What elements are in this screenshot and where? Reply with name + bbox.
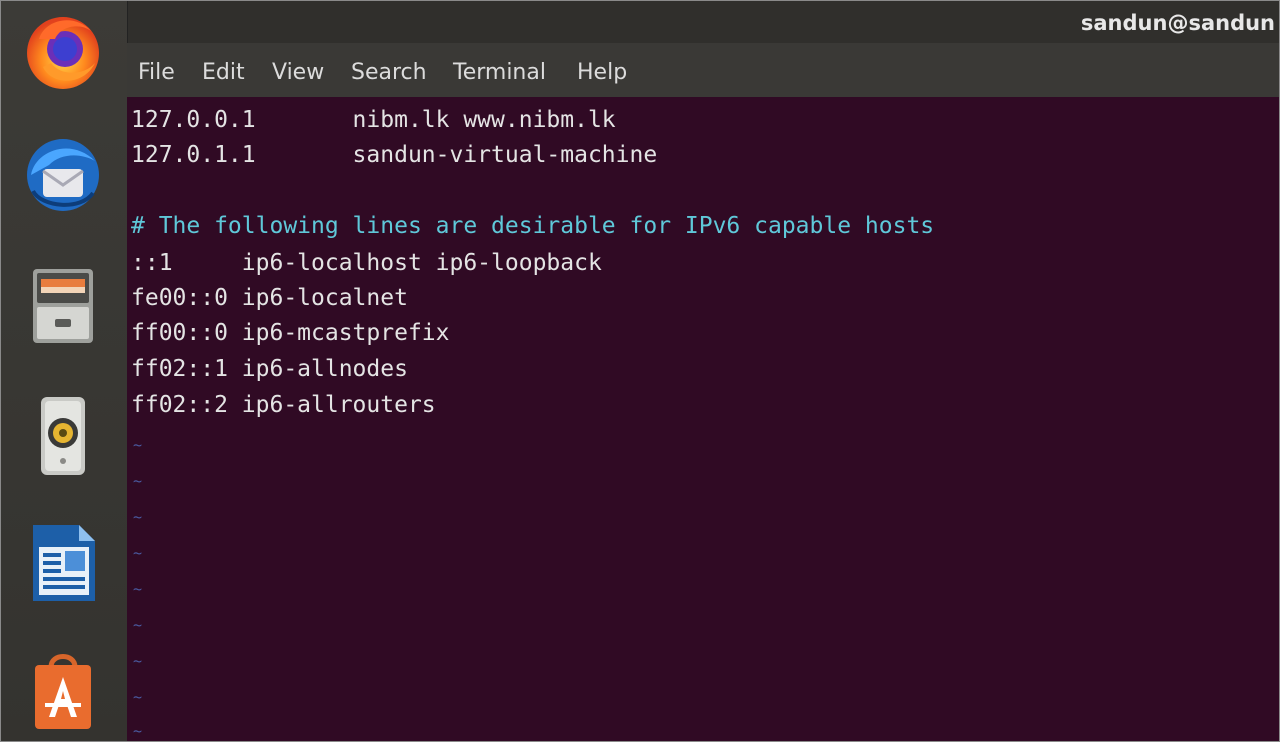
dock-item-software[interactable] bbox=[21, 647, 105, 731]
dock-item-thunderbird[interactable] bbox=[21, 131, 105, 215]
firefox-icon bbox=[27, 17, 99, 89]
menu-edit[interactable]: Edit bbox=[202, 60, 245, 86]
terminal-line: ::1 ip6-localhost ip6-loopback bbox=[131, 250, 602, 276]
terminal-line: fe00::0 ip6-localnet bbox=[131, 285, 408, 311]
files-icon bbox=[33, 269, 93, 343]
terminal-menu-bar: File Edit View Search Terminal Help bbox=[127, 43, 1279, 97]
empty-line-tilde: ~ bbox=[133, 616, 143, 634]
top-bar: sandun@sandun bbox=[1, 1, 1279, 43]
dock bbox=[1, 1, 128, 741]
terminal-line: ff02::2 ip6-allrouters bbox=[131, 392, 436, 418]
terminal-line: ff02::1 ip6-allnodes bbox=[131, 356, 408, 382]
terminal-content[interactable]: 127.0.0.1 nibm.lk www.nibm.lk 127.0.1.1 … bbox=[127, 97, 1279, 741]
menu-terminal[interactable]: Terminal bbox=[453, 60, 546, 86]
empty-line-tilde: ~ bbox=[133, 508, 143, 526]
dock-item-firefox[interactable] bbox=[21, 9, 105, 93]
writer-icon bbox=[33, 525, 95, 601]
empty-line-tilde: ~ bbox=[133, 436, 143, 454]
menu-search[interactable]: Search bbox=[351, 60, 427, 86]
empty-line-tilde: ~ bbox=[133, 472, 143, 490]
menu-file[interactable]: File bbox=[138, 60, 175, 86]
empty-line-tilde: ~ bbox=[133, 580, 143, 598]
terminal-line: 127.0.0.1 nibm.lk www.nibm.lk bbox=[131, 107, 616, 133]
dock-item-files[interactable] bbox=[21, 263, 105, 347]
dock-item-rhythmbox[interactable] bbox=[21, 393, 105, 477]
menu-view[interactable]: View bbox=[272, 60, 324, 86]
terminal-comment-line: # The following lines are desirable for … bbox=[131, 213, 935, 239]
thunderbird-icon bbox=[27, 139, 99, 211]
terminal-line: ff00::0 ip6-mcastprefix bbox=[131, 320, 450, 346]
menu-help[interactable]: Help bbox=[577, 60, 627, 86]
empty-line-tilde: ~ bbox=[133, 722, 143, 740]
rhythmbox-icon bbox=[41, 397, 85, 475]
user-indicator[interactable]: sandun@sandun bbox=[1081, 11, 1275, 35]
empty-line-tilde: ~ bbox=[133, 652, 143, 670]
empty-line-tilde: ~ bbox=[133, 544, 143, 562]
software-icon bbox=[35, 654, 91, 729]
dock-item-writer[interactable] bbox=[21, 521, 105, 605]
terminal-line: 127.0.1.1 sandun-virtual-machine bbox=[131, 142, 658, 168]
empty-line-tilde: ~ bbox=[133, 688, 143, 706]
screen: sandun@sandun File Edit View Search Term… bbox=[0, 0, 1280, 742]
